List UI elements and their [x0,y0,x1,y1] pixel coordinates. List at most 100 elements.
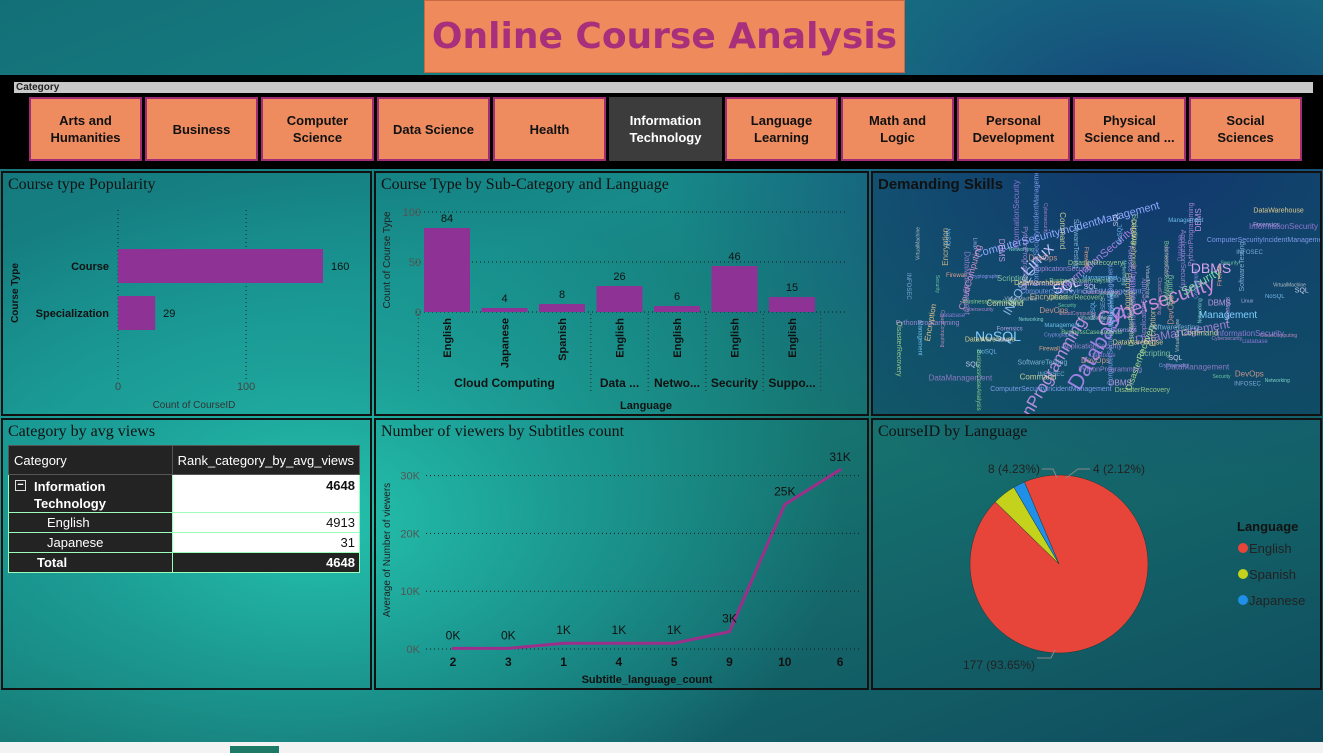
word: INFOSEC [1038,372,1065,378]
language-label: Japanese [500,318,512,368]
slicer-tile-label: Physical Science and ... [1084,112,1174,146]
course-type-popularity-chart: 0 100 Course 160 Specialization 29 Count of Co… [10,210,349,411]
slicer-tile-personal-development[interactable]: Personal Development [957,97,1070,161]
slicer-tile-information-technology[interactable]: Information Technology [609,97,722,161]
data-label: 1K [667,623,682,637]
word: DBMS [1208,298,1231,307]
word: SoftwareTesting [1018,360,1068,367]
tile-label-line1: Math and [868,113,927,128]
word: Management [1044,323,1079,329]
column-header-category[interactable]: Category [8,445,173,475]
word: Firewall [1083,247,1089,268]
word: DevOps [1039,306,1068,315]
word: ComputerSecurityIncidentManagement [990,386,1111,393]
data-point [838,468,842,472]
x-axis-title: Subtitle_language_count [582,674,713,686]
slicer-tile-computer-science[interactable]: Computer Science [261,97,374,161]
word: VirtualMachine [1273,283,1306,289]
word: Database [1178,235,1184,261]
word: Cybersecurity [1165,245,1171,276]
tile-label-line1: Social [1226,113,1265,128]
data-label: 4 [501,293,507,305]
subcategory-label: Suppo... [768,376,815,390]
word: Management [916,321,922,356]
x-tick-label: 0 [115,381,121,393]
word: DisasterRecovery [1049,295,1105,302]
data-point [451,646,455,650]
tile-label-line1: Health [529,121,570,137]
word: INFOSEC [905,273,911,300]
word: Scripting [1166,275,1175,306]
word: Security [1221,261,1240,267]
slicer-tile-physical-science-and[interactable]: Physical Science and ... [1073,97,1186,161]
word: Networking [1197,298,1203,323]
slicer-tile-health[interactable]: Health [493,97,606,161]
word: ComputerSecurityIncidentManagement [1207,237,1320,244]
tile-label-line1: Business [172,121,231,137]
data-point [506,646,510,650]
x-tick-label: 6 [837,655,844,669]
data-label: 6 [674,291,680,303]
y-tick-label: 0K [407,644,421,656]
y-tick-label: 50 [409,257,421,269]
subcategory-label: Security [711,376,759,390]
skills-word-cloud: Cybersecurity Database PythonProgramming DB… [895,173,1320,414]
data-point [672,641,676,645]
category-slicer: Category Arts and Humanities Business Compu… [0,75,1323,169]
subcategory-label: Netwo... [654,376,700,390]
slicer-tile-label: Personal Development [973,112,1055,146]
language-pie-chart: 8 (4.23%) 4 (2.12%) 177 (93.65%) Language En… [963,462,1305,672]
data-label: 15 [786,282,798,294]
slicer-tile-label: Math and Logic [869,112,926,146]
column-header-rank[interactable]: Rank_category_by_avg_views [171,445,361,475]
tile-label-line1: Information [629,113,702,128]
language-label: English [442,318,454,358]
language-label: English [615,318,627,358]
word: InformationSecurity [1215,329,1284,338]
word: VirtualMachine [1077,315,1110,321]
word: Security [1212,374,1231,380]
slicer-tile-arts-and-humanities[interactable]: Arts and Humanities [29,97,142,161]
x-tick-label: 100 [237,381,255,393]
slicer-tile-language-learning[interactable]: Language Learning [725,97,838,161]
slicer-tile-social-sciences[interactable]: Social Sciences [1189,97,1302,161]
tile-label-line2: Technology [629,130,702,145]
word: SQL [1168,355,1182,362]
slicer-tile-label: Health [530,121,570,138]
panel-demanding-skills: Demanding Skills Cybersecurity Database Py… [871,171,1322,416]
word: SoftwareTesting [1149,324,1199,331]
word: SQL [1113,212,1120,226]
data-point [728,630,731,634]
data-point [783,502,787,506]
word: Forensics [1253,223,1279,229]
tile-label-line2: Development [972,130,1055,145]
legend-marker [1238,595,1248,605]
subcategory-label: Cloud Computing [454,376,555,390]
parent-label-line2: Technology [34,495,106,511]
word: Database [1242,339,1268,345]
bar-english [711,266,758,312]
word: SoftwareTesting [1072,219,1079,269]
word: InformationSecurity [1012,180,1021,249]
slicer-tile-math-and-logic[interactable]: Math and Logic [841,97,954,161]
word: NoSQL [1118,224,1124,244]
tile-label-line2: Science [292,130,343,145]
slicer-tile-business[interactable]: Business [145,97,258,161]
subcategory-label: Data ... [600,376,639,390]
x-tick-label: 3 [505,655,512,669]
x-tick-label: 4 [616,655,623,669]
slicer-tile-data-science[interactable]: Data Science [377,97,490,161]
y-tick-label: 0 [415,307,421,319]
bar-english [596,286,643,312]
row-value: 31 [171,532,361,553]
word: Forensics [997,327,1023,333]
collapse-icon[interactable]: − [15,479,26,491]
table-row: English 4913 [8,512,361,533]
word: CloudComputing [939,310,945,347]
word: INFOSEC [1236,250,1263,256]
page-tab-active[interactable] [230,746,279,753]
y-axis-title: Count of Course Type [382,211,393,309]
row-value: 4913 [171,512,361,533]
slicer-tile-label: Social Sciences [1217,112,1273,146]
y-tick-label: 100 [403,207,421,219]
